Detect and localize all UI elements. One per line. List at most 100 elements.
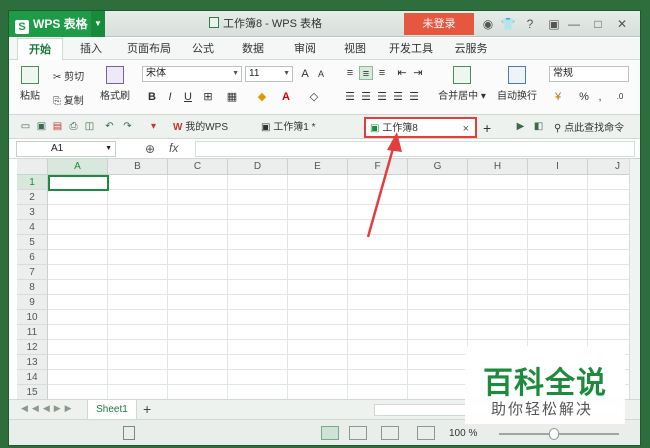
column-header-b[interactable]: B: [108, 159, 168, 175]
help-circle-icon[interactable]: ◉: [481, 11, 495, 37]
vertical-scrollbar[interactable]: [629, 159, 640, 399]
tab-workbook8[interactable]: ▣ 工作簿8 ×: [364, 117, 477, 138]
zoom-slider-thumb[interactable]: [549, 428, 559, 440]
command-search[interactable]: ⚲ 点此查找命令: [554, 119, 624, 134]
sheet-nav-arrows-icon[interactable]: ◀◀◀▶▶: [21, 403, 76, 414]
cut-button[interactable]: ✂ 剪切: [53, 68, 84, 83]
tab-cloud-service[interactable]: 云服务: [447, 38, 495, 60]
new-tab-button[interactable]: +: [483, 118, 499, 138]
print-icon[interactable]: ⎙: [67, 120, 80, 133]
align-middle-icon[interactable]: ≡: [359, 66, 373, 80]
column-header-c[interactable]: C: [168, 159, 228, 175]
underline-button[interactable]: U: [181, 90, 195, 104]
page-break-view-icon[interactable]: [349, 426, 367, 440]
currency-icon[interactable]: ¥: [551, 90, 565, 104]
row-header-2[interactable]: 2: [17, 190, 48, 205]
chevron-down-icon[interactable]: ▼: [91, 11, 105, 37]
save-icon[interactable]: ▣: [35, 120, 48, 133]
column-header-h[interactable]: H: [468, 159, 528, 175]
restore-window-icon[interactable]: ▣: [547, 11, 561, 37]
indent-decrease-icon[interactable]: ⇤: [395, 66, 409, 80]
wrap-text-button[interactable]: 自动换行: [493, 66, 541, 102]
font-color-icon[interactable]: A: [279, 90, 293, 104]
row-header-9[interactable]: 9: [17, 295, 48, 310]
shirt-icon[interactable]: 👕: [499, 11, 517, 37]
tab-formulas[interactable]: 公式: [185, 38, 221, 60]
normal-view-icon[interactable]: [321, 426, 339, 440]
align-bottom-icon[interactable]: ≡: [375, 66, 389, 80]
border-icon[interactable]: ⊞: [201, 90, 215, 104]
increase-font-icon[interactable]: A: [298, 67, 312, 81]
align-left-icon[interactable]: ☰: [343, 90, 357, 104]
bold-button[interactable]: B: [145, 90, 159, 104]
tab-workbook1[interactable]: ▣ 工作簿1 *: [257, 118, 362, 138]
tab-developer[interactable]: 开发工具: [383, 38, 439, 60]
clear-format-icon[interactable]: ◇: [307, 90, 321, 104]
tab-list-icon[interactable]: ▶: [514, 120, 527, 133]
redo-icon[interactable]: ↷: [121, 120, 134, 133]
row-header-1[interactable]: 1: [17, 175, 48, 190]
font-size-select[interactable]: 11 ▼: [245, 66, 293, 82]
column-header-g[interactable]: G: [408, 159, 468, 175]
row-header-14[interactable]: 14: [17, 370, 48, 385]
eye-protection-icon[interactable]: [417, 426, 435, 440]
pdf-icon[interactable]: ▤: [51, 120, 64, 133]
formula-input[interactable]: [195, 141, 635, 157]
row-header-12[interactable]: 12: [17, 340, 48, 355]
column-header-d[interactable]: D: [228, 159, 288, 175]
close-icon[interactable]: ✕: [615, 11, 629, 37]
row-header-6[interactable]: 6: [17, 250, 48, 265]
tab-view[interactable]: 视图: [337, 38, 373, 60]
merge-center-button[interactable]: 合并居中 ▾: [437, 66, 487, 102]
increase-decimal-icon[interactable]: .0: [613, 90, 627, 104]
align-center-icon[interactable]: ☰: [359, 90, 373, 104]
maximize-icon[interactable]: □: [591, 11, 605, 37]
select-all-corner[interactable]: [17, 159, 48, 175]
function-button[interactable]: fx: [169, 141, 178, 155]
number-format-select[interactable]: 常规: [549, 66, 629, 82]
font-name-select[interactable]: 宋体 ▼: [142, 66, 242, 82]
login-button[interactable]: 未登录: [404, 13, 474, 35]
tab-home[interactable]: 开始: [17, 38, 63, 61]
align-right-icon[interactable]: ☰: [375, 90, 389, 104]
align-top-icon[interactable]: ≡: [343, 66, 357, 80]
paste-button[interactable]: 粘贴: [15, 66, 45, 102]
tab-review[interactable]: 审阅: [287, 38, 323, 60]
sheet-tab-sheet1[interactable]: Sheet1: [87, 400, 137, 420]
folder-icon[interactable]: ▭: [19, 120, 32, 133]
highlight-icon[interactable]: ◆: [255, 90, 269, 104]
tab-page-layout[interactable]: 页面布局: [121, 38, 177, 60]
undo-icon[interactable]: ↶: [103, 120, 116, 133]
comma-button[interactable]: ,: [593, 90, 607, 104]
row-header-13[interactable]: 13: [17, 355, 48, 370]
tab-my-wps[interactable]: W 我的WPS: [169, 118, 257, 138]
percent-button[interactable]: %: [577, 90, 591, 104]
row-header-10[interactable]: 10: [17, 310, 48, 325]
column-header-i[interactable]: I: [528, 159, 588, 175]
column-header-e[interactable]: E: [288, 159, 348, 175]
row-header-3[interactable]: 3: [17, 205, 48, 220]
row-header-15[interactable]: 15: [17, 385, 48, 399]
column-header-f[interactable]: F: [348, 159, 408, 175]
print-preview-icon[interactable]: ◫: [83, 120, 96, 133]
row-header-8[interactable]: 8: [17, 280, 48, 295]
decrease-font-icon[interactable]: A: [314, 67, 328, 81]
help-icon[interactable]: ?: [521, 11, 539, 37]
add-sheet-button[interactable]: +: [143, 401, 151, 417]
tab-close-icon[interactable]: ×: [463, 119, 469, 139]
copy-button[interactable]: ⎘ 复制: [53, 92, 84, 107]
column-header-a[interactable]: A: [48, 159, 108, 175]
indent-increase-icon[interactable]: ⇥: [411, 66, 425, 80]
tab-insert[interactable]: 插入: [71, 38, 111, 60]
customize-icon[interactable]: ▾: [147, 120, 160, 133]
tab-settings-icon[interactable]: ◧: [532, 120, 545, 133]
name-box[interactable]: A1 ▼: [16, 141, 116, 157]
distribute-icon[interactable]: ☰: [407, 90, 421, 104]
zoom-slider[interactable]: [499, 433, 619, 435]
tab-data[interactable]: 数据: [235, 38, 271, 60]
row-header-11[interactable]: 11: [17, 325, 48, 340]
reading-view-icon[interactable]: [381, 426, 399, 440]
zoom-level[interactable]: 100 %: [449, 428, 477, 439]
zoom-search-icon[interactable]: ⊕: [145, 142, 155, 156]
app-logo-button[interactable]: S WPS 表格 ▼: [9, 11, 105, 37]
